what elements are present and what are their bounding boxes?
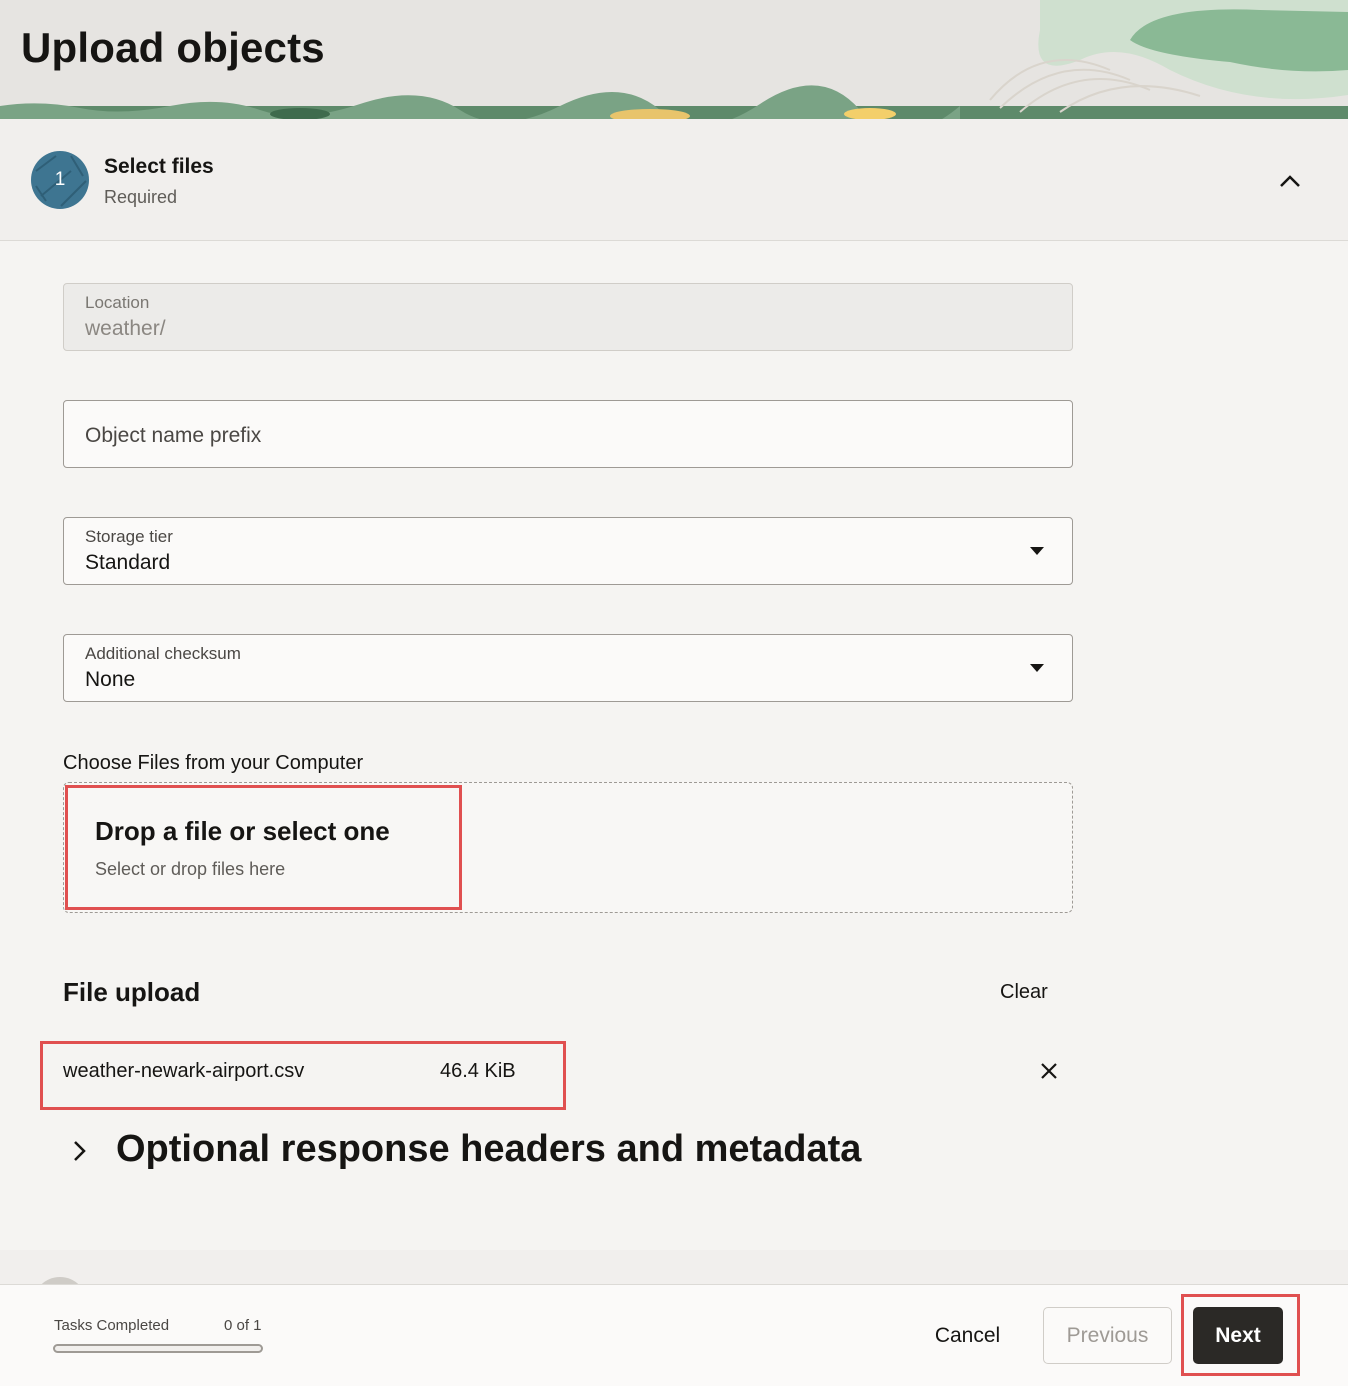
next-step-section: [0, 1250, 1348, 1284]
page-header: Upload objects: [0, 0, 1348, 119]
optional-headers-toggle[interactable]: Optional response headers and metadata: [116, 1128, 861, 1171]
choose-files-label: Choose Files from your Computer: [63, 752, 364, 774]
step-required-label: Required: [104, 187, 178, 207]
additional-checksum-label: Additional checksum: [85, 644, 241, 663]
additional-checksum-select[interactable]: Additional checksum None: [63, 634, 1073, 702]
step-number-badge: 1: [31, 151, 89, 209]
chevron-right-icon[interactable]: [68, 1138, 90, 1164]
cancel-button[interactable]: Cancel: [920, 1307, 1015, 1364]
object-name-prefix-input[interactable]: Object name prefix: [63, 400, 1073, 468]
storage-tier-select[interactable]: Storage tier Standard: [63, 517, 1073, 585]
storage-tier-label: Storage tier: [85, 527, 173, 546]
chevron-up-icon[interactable]: [1276, 167, 1304, 195]
dropdown-caret-icon: [1030, 547, 1044, 555]
highlight-box-dropzone: [65, 785, 462, 910]
close-icon[interactable]: [1038, 1060, 1060, 1082]
step-title: Select files: [104, 155, 214, 178]
tasks-completed-count: 0 of 1: [224, 1317, 262, 1334]
storage-tier-value: Standard: [85, 551, 171, 574]
dropdown-caret-icon: [1030, 664, 1044, 672]
previous-button[interactable]: Previous: [1043, 1307, 1172, 1364]
highlight-box-next: [1181, 1294, 1300, 1376]
page-title: Upload objects: [21, 24, 325, 71]
clear-button[interactable]: Clear: [1000, 981, 1048, 1004]
tasks-progress-bar: [53, 1344, 263, 1353]
file-upload-heading: File upload: [63, 977, 201, 1007]
highlight-box-file: [40, 1041, 566, 1110]
additional-checksum-value: None: [85, 668, 136, 691]
location-value: weather/: [85, 317, 166, 340]
location-label: Location: [85, 293, 150, 312]
location-field: Location weather/: [63, 283, 1073, 351]
object-name-prefix-placeholder: Object name prefix: [85, 424, 262, 447]
step-header-select-files[interactable]: 1 Select files Required: [0, 119, 1348, 241]
tasks-completed-label: Tasks Completed: [54, 1317, 170, 1334]
step-number: 1: [54, 169, 66, 190]
